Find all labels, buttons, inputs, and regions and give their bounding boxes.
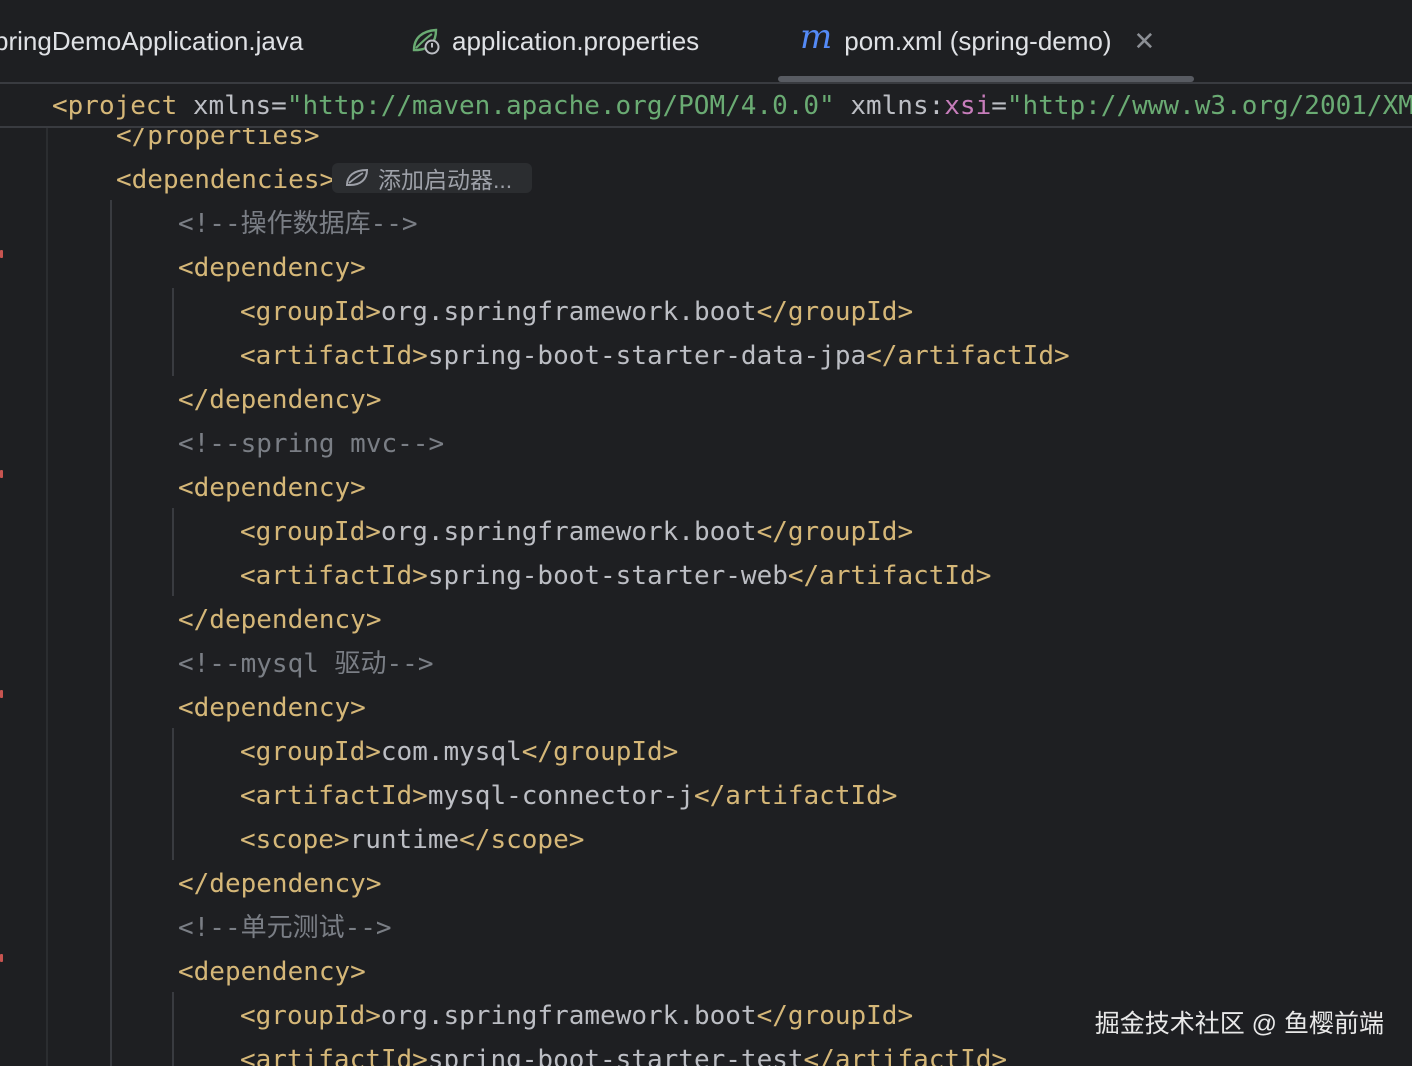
- xml-tag: <groupId>: [240, 297, 381, 327]
- xmlns-xsi-colon: :: [928, 91, 945, 121]
- xmlns-equals: =: [271, 91, 287, 121]
- code-line[interactable]: <artifactId>spring-boot-starter-web</art…: [0, 554, 991, 598]
- code-line[interactable]: </dependency>: [0, 598, 382, 642]
- xml-text: spring-boot-starter-data-jpa: [427, 341, 867, 371]
- xml-tag: <dependency>: [178, 693, 366, 723]
- code-line[interactable]: <dependency>: [0, 246, 366, 290]
- code-line[interactable]: <dependencies>: [0, 158, 335, 202]
- xml-tag: <dependencies>: [116, 165, 336, 195]
- xml-tag: <artifactId>: [240, 781, 428, 811]
- code-line[interactable]: <!--单元测试-->: [0, 906, 392, 950]
- code-line[interactable]: </properties>: [0, 128, 320, 158]
- active-tab-indicator: [778, 76, 1194, 82]
- xml-tag: </groupId>: [756, 297, 914, 327]
- xml-tag: <groupId>: [240, 1001, 381, 1031]
- tab-spring-demo-application-java[interactable]: pringDemoApplication.java: [0, 0, 303, 82]
- xmlns-xsi-value: "http://www.w3.org/2001/XM: [1006, 91, 1412, 121]
- xml-tag: </dependency>: [178, 869, 382, 899]
- tab-pom-xml[interactable]: m pom.xml (spring-demo) ✕: [800, 0, 1155, 82]
- project-open-tag: <project: [52, 91, 178, 121]
- xml-text: spring-boot-starter-web: [427, 561, 788, 591]
- code-editor[interactable]: </properties> <dependencies> 添加启动器... <!…: [0, 128, 1412, 1066]
- xml-tag: <artifactId>: [240, 341, 428, 371]
- xml-tag: </properties>: [116, 128, 320, 151]
- xml-text: mysql-connector-j: [427, 781, 694, 811]
- code-line[interactable]: <groupId>org.springframework.boot</group…: [0, 994, 913, 1038]
- xml-tag: <groupId>: [240, 517, 381, 547]
- xml-tag: </artifactId>: [787, 561, 992, 591]
- tab-label: pom.xml (spring-demo): [844, 25, 1112, 56]
- add-starter-label: 添加启动器...: [378, 167, 513, 193]
- xml-tag: </dependency>: [178, 385, 382, 415]
- code-line[interactable]: </dependency>: [0, 378, 382, 422]
- code-line[interactable]: <!--mysql 驱动-->: [0, 642, 434, 686]
- xml-tag: </groupId>: [521, 737, 679, 767]
- xml-tag: </groupId>: [756, 1001, 914, 1031]
- tab-application-properties[interactable]: application.properties: [410, 0, 699, 82]
- xmlns-xsi-equals: =: [991, 91, 1007, 121]
- xml-tag: <scope>: [240, 825, 350, 855]
- code-line[interactable]: <dependency>: [0, 950, 366, 994]
- xml-text: runtime: [349, 825, 460, 855]
- spring-properties-icon: [410, 26, 442, 56]
- xml-tag: </scope>: [459, 825, 585, 855]
- code-line[interactable]: <artifactId>spring-boot-starter-data-jpa…: [0, 334, 1070, 378]
- xml-tag: </artifactId>: [866, 341, 1070, 371]
- xml-text: org.springframework.boot: [380, 297, 757, 327]
- code-line[interactable]: <artifactId>spring-boot-starter-test</ar…: [0, 1038, 1007, 1066]
- watermark: 掘金技术社区 @ 鱼樱前端: [1094, 1010, 1384, 1038]
- code-line[interactable]: <!--操作数据库-->: [0, 202, 418, 246]
- code-line[interactable]: <dependency>: [0, 686, 366, 730]
- xml-tag: </groupId>: [756, 517, 914, 547]
- maven-icon: m: [800, 17, 833, 57]
- xml-tag: </dependency>: [178, 605, 382, 635]
- xml-text: org.springframework.boot: [380, 517, 757, 547]
- tab-label: application.properties: [452, 25, 700, 56]
- xml-tag: <artifactId>: [240, 561, 428, 591]
- code-line[interactable]: <groupId>com.mysql</groupId>: [0, 730, 678, 774]
- code-line[interactable]: <groupId>org.springframework.boot</group…: [0, 510, 913, 554]
- xml-tag: <artifactId>: [240, 1045, 428, 1066]
- close-icon[interactable]: ✕: [1134, 26, 1156, 57]
- xml-text: org.springframework.boot: [380, 1001, 757, 1031]
- code-line[interactable]: <groupId>org.springframework.boot</group…: [0, 290, 913, 334]
- xml-tag: <groupId>: [240, 737, 381, 767]
- code-line[interactable]: <!--spring mvc-->: [0, 422, 444, 466]
- xmlns-xsi-prefix: xmlns: [834, 91, 929, 121]
- xml-tag: </artifactId>: [803, 1045, 1008, 1066]
- xmlns-attr: xmlns: [177, 91, 272, 121]
- xmlns-xsi-local: xsi: [944, 91, 992, 121]
- xml-comment: <!--操作数据库-->: [178, 209, 418, 239]
- xml-tag: </artifactId>: [693, 781, 898, 811]
- xml-tag: <dependency>: [178, 473, 366, 503]
- add-starter-button[interactable]: 添加启动器...: [332, 163, 532, 193]
- xml-comment: <!--单元测试-->: [178, 913, 392, 943]
- xmlns-value: "http://maven.apache.org/POM/4.0.0": [286, 91, 835, 121]
- tab-label: pringDemoApplication.java: [0, 25, 304, 56]
- xml-comment: <!--mysql 驱动-->: [178, 649, 434, 679]
- xml-comment: <!--spring mvc-->: [178, 429, 445, 459]
- spring-leaf-icon: [344, 167, 370, 189]
- xml-text: com.mysql: [380, 737, 522, 767]
- editor-tab-bar: pringDemoApplication.java application.pr…: [0, 0, 1412, 84]
- code-line[interactable]: <scope>runtime</scope>: [0, 818, 584, 862]
- xml-tag: <dependency>: [178, 253, 366, 283]
- xml-text: spring-boot-starter-test: [427, 1045, 804, 1066]
- sticky-scroll-header[interactable]: <project xmlns="http://maven.apache.org/…: [0, 84, 1412, 128]
- code-line[interactable]: <artifactId>mysql-connector-j</artifactI…: [0, 774, 897, 818]
- code-line[interactable]: </dependency>: [0, 862, 382, 906]
- code-line[interactable]: <dependency>: [0, 466, 366, 510]
- xml-tag: <dependency>: [178, 957, 366, 987]
